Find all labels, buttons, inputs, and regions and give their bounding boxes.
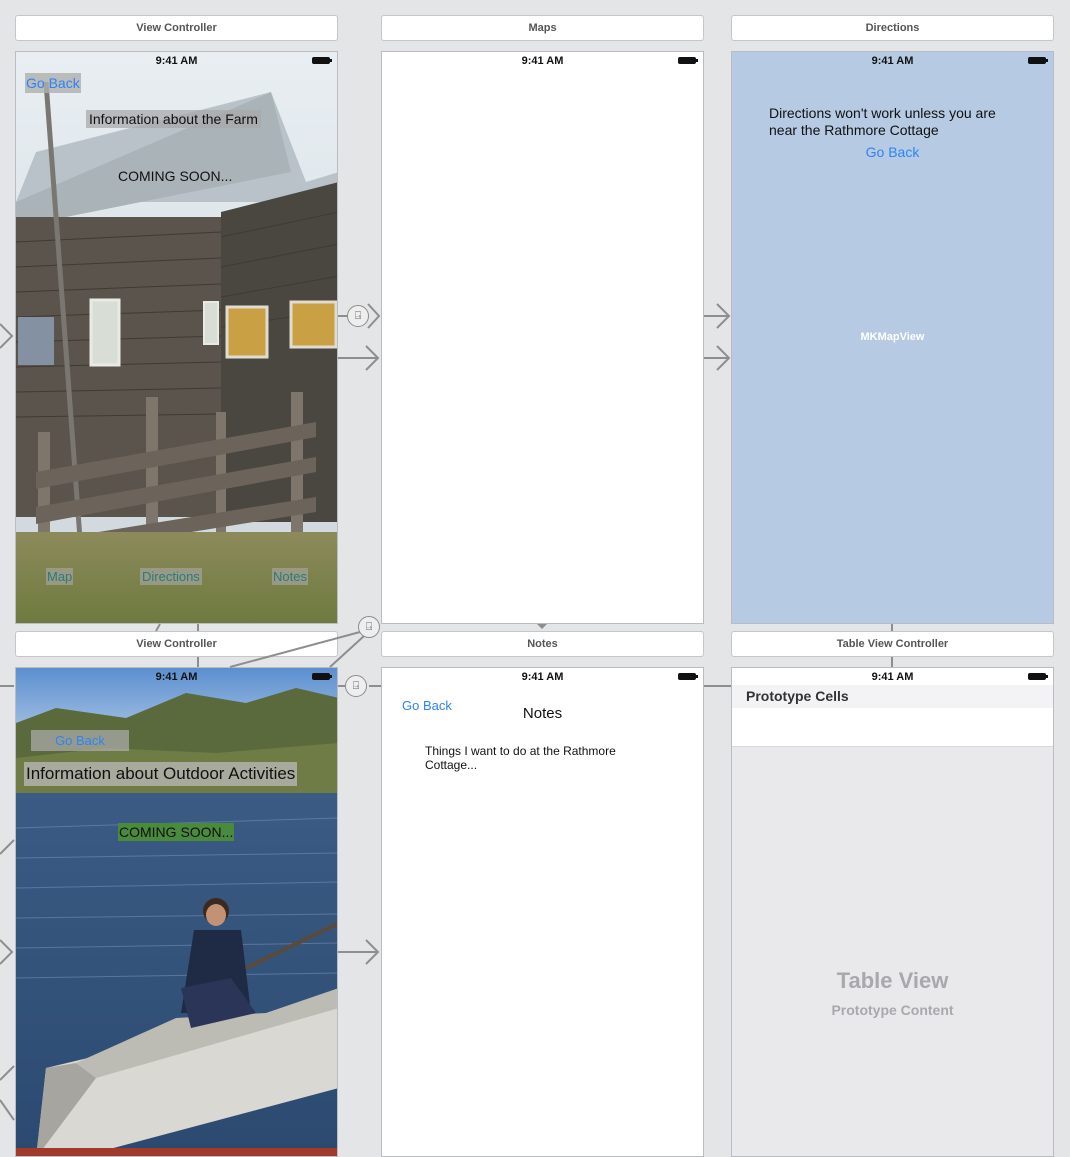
segue-icon[interactable]: ⍈ bbox=[345, 675, 367, 697]
segue-icon[interactable]: ⍈ bbox=[358, 616, 380, 638]
segue-icon[interactable]: ⍈ bbox=[347, 305, 369, 327]
segue-connectors bbox=[0, 303, 893, 1121]
